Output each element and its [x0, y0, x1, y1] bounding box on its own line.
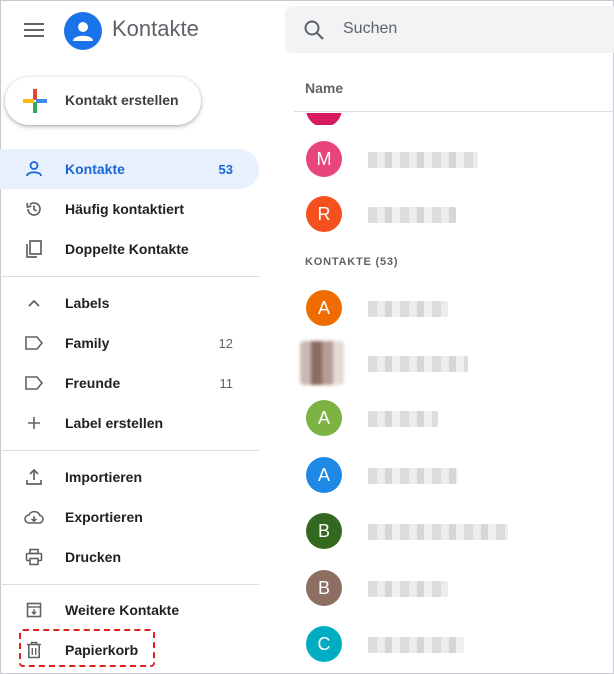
contact-row[interactable]: A: [294, 284, 614, 332]
chevron-up-icon: [24, 293, 44, 313]
contact-row[interactable]: [294, 113, 614, 125]
sidebar-item-label: Doppelte Kontakte: [65, 241, 189, 257]
hamburger-menu-icon: [24, 23, 44, 37]
search-bar[interactable]: [285, 6, 614, 53]
archive-icon: [24, 600, 44, 620]
create-contact-label: Kontakt erstellen: [65, 92, 179, 108]
contact-row[interactable]: R: [294, 190, 614, 238]
labels-section-toggle[interactable]: Labels: [0, 283, 259, 323]
contacts-logo[interactable]: [64, 12, 102, 50]
label-count: 12: [218, 336, 233, 351]
contact-avatar: A: [306, 457, 342, 493]
sidebar-item-label: Häufig kontaktiert: [65, 201, 185, 217]
redacted-name: [368, 207, 456, 223]
redacted-name: [368, 301, 448, 317]
contact-row[interactable]: B: [294, 564, 614, 612]
history-icon: [24, 199, 44, 219]
redacted-name: [368, 411, 438, 427]
plus-icon: [24, 413, 44, 433]
contacts-person-icon: [73, 22, 93, 41]
redacted-name: [368, 581, 448, 597]
sidebar-item-label: Freunde: [65, 375, 121, 391]
plus-icon: [23, 89, 47, 113]
label-icon: [24, 333, 44, 353]
header-divider: [294, 111, 614, 112]
sidebar-item-label: Weitere Kontakte: [65, 602, 180, 618]
contact-row[interactable]: A: [294, 451, 614, 499]
contact-avatar: B: [306, 570, 342, 606]
sidebar-item-contacts[interactable]: Kontakte 53: [0, 149, 259, 189]
sidebar-item-label: Family: [65, 335, 110, 351]
contact-count: 53: [218, 162, 233, 177]
redacted-name: [368, 524, 508, 540]
label-count: 11: [219, 376, 234, 391]
person-icon: [24, 159, 44, 179]
contact-avatar: B: [306, 513, 342, 549]
create-label-button[interactable]: Label erstellen: [0, 403, 259, 443]
contact-row[interactable]: M: [294, 135, 614, 183]
create-contact-button[interactable]: Kontakt erstellen: [5, 77, 201, 125]
sidebar-item-label: Label erstellen: [65, 415, 164, 431]
cloud-download-icon: [24, 507, 44, 527]
upload-icon: [24, 467, 44, 487]
redacted-name: [368, 468, 458, 484]
sidebar-item-import[interactable]: Importieren: [0, 457, 259, 497]
contact-avatar: C: [306, 626, 342, 662]
sidebar-item-export[interactable]: Exportieren: [0, 497, 259, 537]
sidebar-item-label-friends[interactable]: Freunde 11: [0, 363, 259, 403]
contact-avatar: [306, 113, 342, 125]
contact-avatar: R: [306, 196, 342, 232]
contact-avatar: M: [306, 141, 342, 177]
sidebar-divider: [0, 276, 259, 277]
search-icon[interactable]: [303, 19, 325, 41]
contact-avatar: A: [306, 400, 342, 436]
sidebar-item-label: Papierkorb: [65, 642, 139, 658]
printer-icon: [24, 547, 44, 567]
contact-row[interactable]: [294, 339, 614, 387]
contact-photo: [300, 341, 344, 385]
app-title: Kontakte: [112, 16, 199, 41]
label-icon: [24, 373, 44, 393]
sidebar-item-other-contacts[interactable]: Weitere Kontakte: [0, 590, 259, 630]
sidebar-item-label: Importieren: [65, 469, 143, 485]
main-menu-button[interactable]: [16, 14, 52, 46]
sidebar-item-duplicates[interactable]: Doppelte Kontakte: [0, 229, 259, 269]
labels-header: Labels: [65, 295, 110, 311]
contact-row[interactable]: C: [294, 620, 614, 668]
contact-row[interactable]: A: [294, 394, 614, 442]
redacted-name: [368, 356, 468, 372]
sidebar-item-trash[interactable]: Papierkorb: [0, 630, 259, 670]
redacted-name: [368, 637, 464, 653]
trash-icon: [24, 640, 44, 660]
contact-row[interactable]: B: [294, 507, 614, 555]
search-input[interactable]: [343, 17, 583, 41]
sidebar-item-print[interactable]: Drucken: [0, 537, 259, 577]
sidebar-item-label-family[interactable]: Family 12: [0, 323, 259, 363]
sidebar-divider: [0, 584, 259, 585]
column-header-name: Name: [305, 80, 344, 96]
sidebar-item-label: Exportieren: [65, 509, 143, 525]
section-label-contacts: KONTAKTE (53): [305, 256, 399, 268]
sidebar-item-label: Drucken: [65, 549, 122, 565]
contact-avatar: A: [306, 290, 342, 326]
sidebar-item-frequently-contacted[interactable]: Häufig kontaktiert: [0, 189, 259, 229]
redacted-name: [368, 152, 478, 168]
duplicate-icon: [24, 239, 44, 259]
sidebar-divider: [0, 450, 259, 451]
sidebar-item-label: Kontakte: [65, 161, 125, 177]
